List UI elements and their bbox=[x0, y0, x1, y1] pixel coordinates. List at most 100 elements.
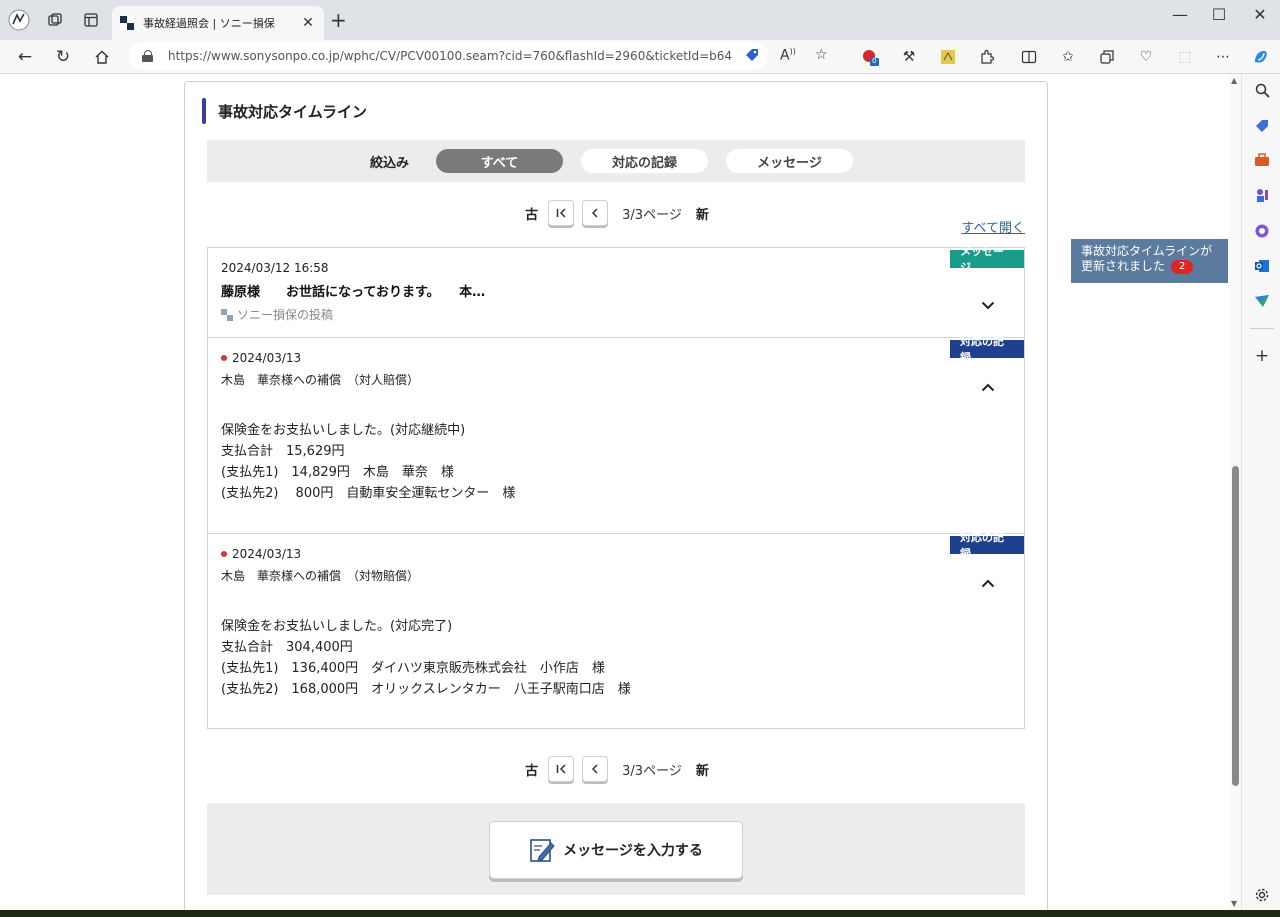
pager-newer-label: 新 bbox=[695, 207, 709, 223]
record-title: 木島 華奈様への補償 （対人賠償） bbox=[221, 373, 420, 387]
scroll-up-arrow-icon[interactable]: ▲ bbox=[1231, 76, 1237, 85]
item-date: 2024/03/13 bbox=[221, 547, 1011, 561]
window-close-icon[interactable]: ✕ bbox=[1248, 5, 1272, 24]
extensions-puzzle-icon[interactable] bbox=[978, 48, 996, 66]
sidebar-games-icon[interactable] bbox=[1253, 186, 1271, 204]
active-tab[interactable]: 事故経過照会 | ソニー損保 ✕ bbox=[112, 6, 324, 40]
read-aloud-icon[interactable]: A)) bbox=[780, 47, 796, 64]
update-notification-toast[interactable]: 事故対応タイムラインが更新されました 2 bbox=[1071, 239, 1228, 283]
copilot-icon[interactable] bbox=[1252, 48, 1270, 66]
vertical-tabs-icon[interactable] bbox=[80, 9, 102, 31]
record-body: 保険金をお支払いしました。(対応継続中) 支払合計 15,629円 (支払先1)… bbox=[221, 420, 1011, 504]
more-menu-icon[interactable]: ⋯ bbox=[1214, 48, 1232, 66]
collapse-chevron-up-icon[interactable] bbox=[980, 379, 996, 395]
section-header: 事故対応タイムライン bbox=[202, 98, 367, 124]
compose-area: メッセージを入力する bbox=[207, 803, 1025, 895]
poster-line: ソニー損保の投稿 bbox=[221, 306, 1011, 323]
filter-messages-button[interactable]: メッセージ bbox=[726, 149, 853, 173]
pager-info: 3/3ページ bbox=[622, 763, 682, 779]
timeline-item-record[interactable]: 対応の記録 2024/03/13 木島 華奈様への補償 （対物賠償） 保険金をお… bbox=[208, 531, 1024, 728]
sidebar-add-icon[interactable]: + bbox=[1253, 346, 1271, 366]
scroll-thumb[interactable] bbox=[1232, 466, 1239, 786]
page-scrollbar[interactable]: ▲ ▼ bbox=[1229, 74, 1241, 910]
sony-favicon-icon bbox=[120, 16, 134, 30]
scroll-down-arrow-icon[interactable]: ▼ bbox=[1231, 899, 1237, 908]
message-preview: 藤原様 お世話になっております。 本… bbox=[221, 285, 486, 300]
filter-all-button[interactable]: すべて bbox=[436, 149, 563, 173]
record-line: 保険金をお支払いしました。(対応完了) bbox=[221, 619, 453, 634]
item-date-text: 2024/03/13 bbox=[232, 351, 302, 365]
badge-record: 対応の記録 bbox=[950, 335, 1024, 364]
pager-prev-button[interactable] bbox=[582, 756, 609, 782]
sidebar-shopping-icon[interactable] bbox=[1253, 117, 1271, 135]
browser-essentials-icon[interactable]: ♡ bbox=[1137, 48, 1155, 66]
desktop-taskbar-strip bbox=[0, 910, 1280, 917]
address-toolbar: ← ↻ https://www.sonysonpo.co.jp/wphc/CV/… bbox=[0, 40, 1280, 74]
first-page-icon bbox=[556, 208, 566, 218]
record-line: (支払先1) 136,400円 ダイハツ東京販売株式会社 小作店 様 bbox=[221, 661, 605, 676]
address-bar[interactable]: https://www.sonysonpo.co.jp/wphc/CV/PCV0… bbox=[128, 42, 768, 70]
record-body: 保険金をお支払いしました。(対応完了) 支払合計 304,400円 (支払先1)… bbox=[221, 616, 1011, 700]
filter-records-button[interactable]: 対応の記録 bbox=[581, 149, 708, 173]
workspaces-icon[interactable] bbox=[44, 9, 66, 31]
lock-icon[interactable] bbox=[142, 50, 154, 62]
record-title: 木島 華奈様への補償 （対物賠償） bbox=[221, 569, 420, 583]
timeline-list: メッセージ 2024/03/12 16:58 藤原様 お世話になっております。 … bbox=[207, 245, 1025, 729]
home-icon[interactable] bbox=[91, 46, 113, 68]
favorite-star-icon[interactable]: ☆ bbox=[815, 47, 828, 63]
tab-title: 事故経過照会 | ソニー損保 bbox=[143, 17, 275, 30]
page-viewport: 事故対応タイムライン 絞込み すべて 対応の記録 メッセージ 古 3/3ページ … bbox=[0, 74, 1241, 910]
pager-first-button[interactable] bbox=[548, 200, 575, 226]
favorites-list-icon[interactable]: ✩ bbox=[1059, 48, 1077, 66]
poster-label: ソニー損保の投稿 bbox=[237, 308, 334, 322]
timeline-item-message[interactable]: メッセージ 2024/03/12 16:58 藤原様 お世話になっております。 … bbox=[208, 245, 1024, 338]
pager-newer-label: 新 bbox=[695, 763, 709, 779]
prev-page-icon bbox=[592, 208, 598, 218]
coupon-tag-icon[interactable] bbox=[744, 47, 760, 67]
badge-record: 対応の記録 bbox=[950, 531, 1024, 560]
compose-message-button[interactable]: メッセージを入力する bbox=[489, 821, 743, 879]
url-text[interactable]: https://www.sonysonpo.co.jp/wphc/CV/PCV0… bbox=[168, 49, 733, 63]
timeline-item-record[interactable]: 対応の記録 2024/03/13 木島 華奈様への補償 （対人賠償） 保険金をお… bbox=[208, 335, 1024, 534]
profile-avatar-icon[interactable] bbox=[8, 9, 30, 31]
sidebar-search-icon[interactable] bbox=[1253, 81, 1271, 99]
pager-first-button[interactable] bbox=[548, 756, 575, 782]
filter-label: 絞込み bbox=[369, 155, 409, 171]
section-title: 事故対応タイムライン bbox=[218, 102, 367, 121]
split-screen-icon[interactable] bbox=[1020, 48, 1038, 66]
new-tab-icon[interactable]: + bbox=[330, 10, 347, 30]
share-disabled-icon: ⬚ bbox=[1178, 49, 1192, 65]
pager-prev-button[interactable] bbox=[582, 200, 609, 226]
sidebar-divider bbox=[1250, 328, 1274, 329]
pager-bottom: 古 3/3ページ 新 bbox=[185, 754, 1049, 784]
extension-badge-count: 0 bbox=[872, 57, 877, 65]
sidebar-microsoft365-icon[interactable] bbox=[1253, 222, 1271, 240]
back-icon[interactable]: ← bbox=[14, 46, 36, 68]
record-line: 支払合計 304,400円 bbox=[221, 640, 353, 655]
refresh-icon[interactable]: ↻ bbox=[52, 46, 74, 68]
extension-notes-icon[interactable] bbox=[939, 48, 957, 66]
compose-pencil-icon bbox=[530, 839, 555, 862]
extension-tool-icon[interactable]: ⚒ bbox=[900, 48, 918, 66]
maximize-icon[interactable]: ☐ bbox=[1207, 5, 1231, 24]
tab-close-icon[interactable]: ✕ bbox=[300, 15, 316, 31]
sidebar-drop-icon[interactable] bbox=[1253, 292, 1271, 310]
sidebar-outlook-icon[interactable] bbox=[1253, 257, 1271, 275]
minimize-icon[interactable]: — bbox=[1168, 5, 1192, 24]
record-line: (支払先2) 168,000円 オリックスレンタカー 八王子駅南口店 様 bbox=[221, 682, 631, 697]
record-line: (支払先1) 14,829円 木島 華奈 様 bbox=[221, 465, 454, 480]
item-date: 2024/03/13 bbox=[221, 351, 1011, 365]
collapse-chevron-up-icon[interactable] bbox=[980, 575, 996, 591]
expand-chevron-down-icon[interactable] bbox=[980, 297, 996, 313]
toast-count-badge: 2 bbox=[1171, 259, 1194, 274]
record-line: 支払合計 15,629円 bbox=[221, 444, 345, 459]
sony-poster-icon bbox=[221, 308, 233, 321]
pager-older-label: 古 bbox=[525, 207, 539, 223]
compose-button-label: メッセージを入力する bbox=[563, 843, 703, 859]
sidebar-tools-icon[interactable] bbox=[1253, 151, 1271, 169]
extension-badge-icon[interactable]: 0 bbox=[861, 48, 879, 66]
sidebar-settings-icon[interactable] bbox=[1253, 886, 1271, 904]
collections-icon[interactable] bbox=[1098, 48, 1116, 66]
open-all-link[interactable]: すべて開く bbox=[961, 217, 1025, 236]
browser-tab-bar: 事故経過照会 | ソニー損保 ✕ + — ☐ ✕ bbox=[0, 0, 1280, 40]
